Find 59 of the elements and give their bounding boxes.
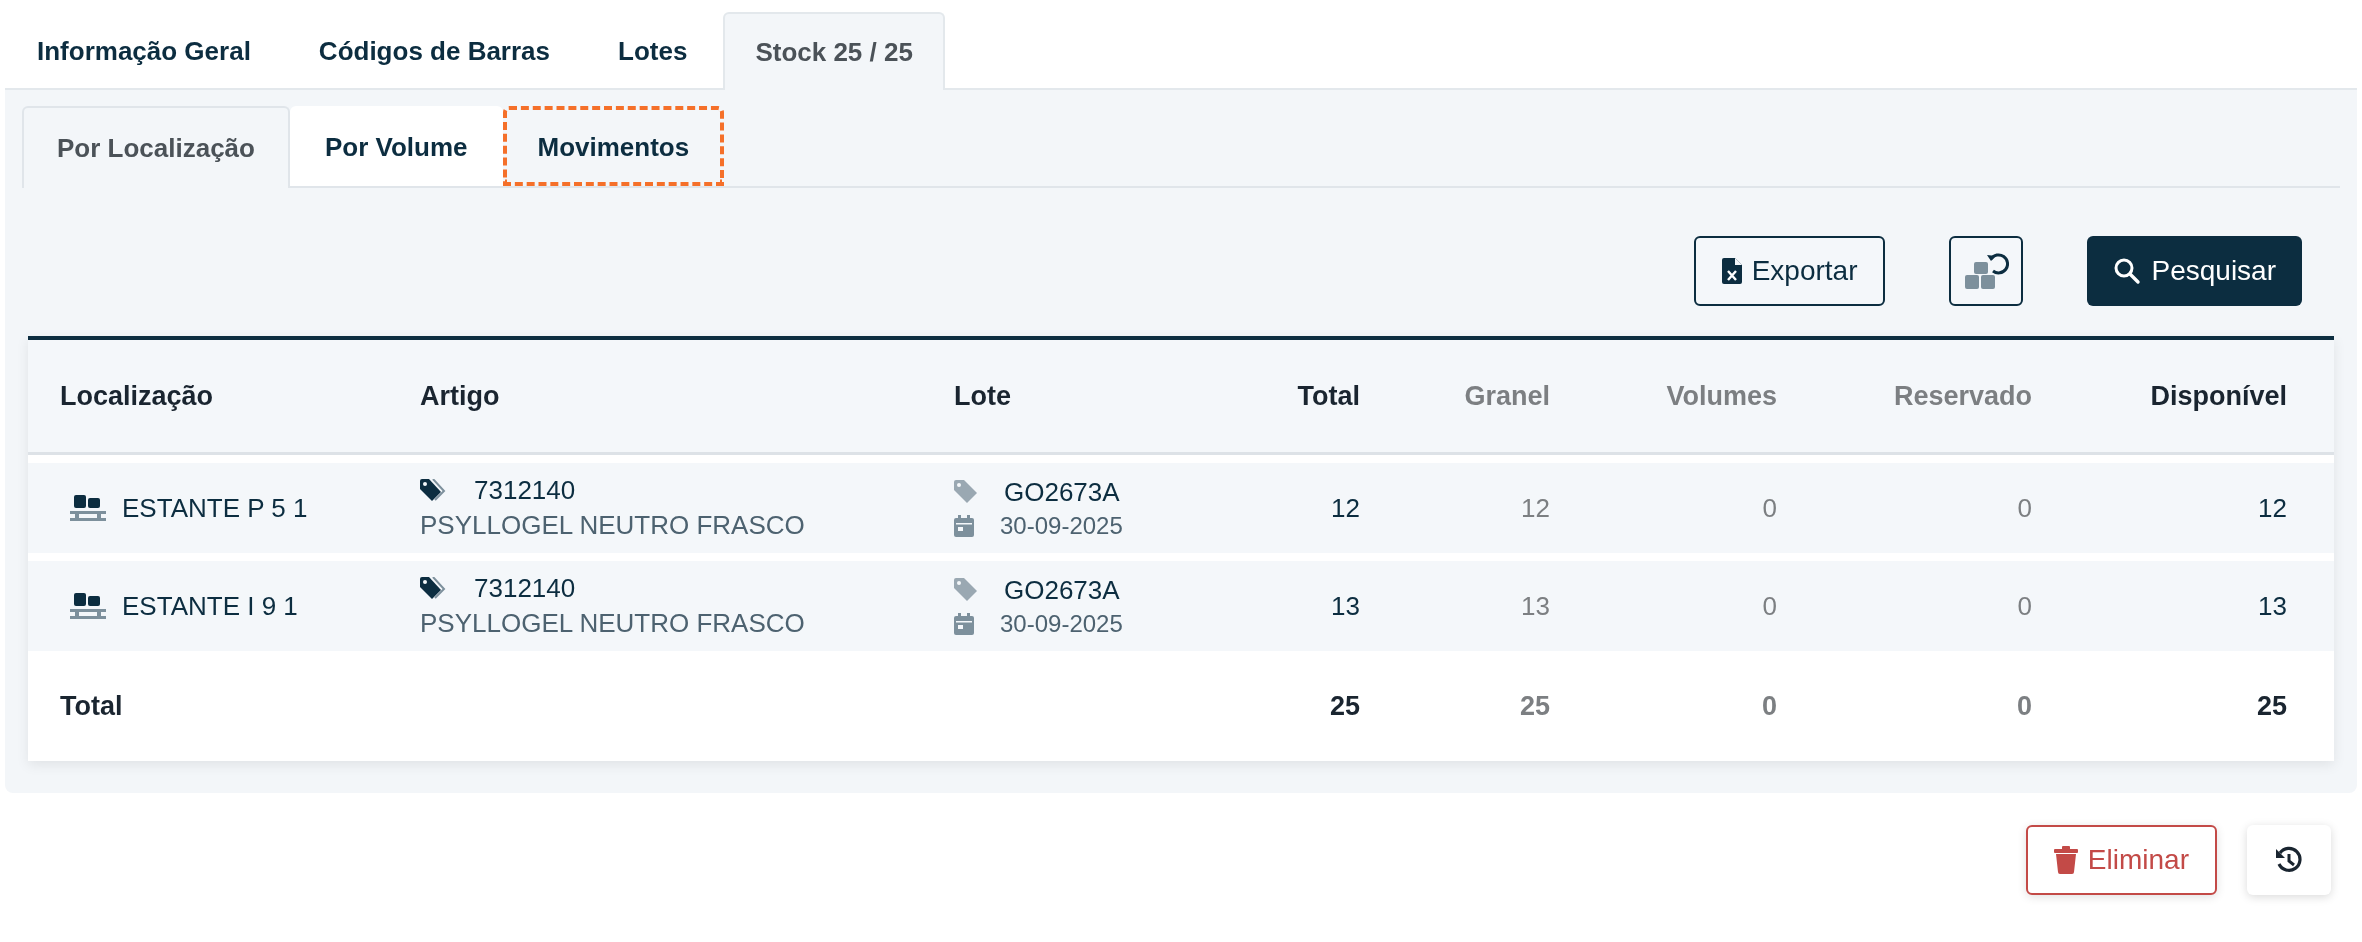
column-header: Total — [1296, 380, 1360, 412]
pallet-icon — [70, 495, 106, 521]
subtab[interactable]: Movimentos — [502, 106, 725, 186]
total-cell-text: 0 — [1760, 690, 1777, 722]
table-cell-text: 12 — [1330, 492, 1360, 524]
lot-expiry-date: 30-09-2025 — [1000, 609, 1123, 638]
lot-expiry-date: 30-09-2025 — [1000, 511, 1123, 540]
total-cell-text: 25 — [1328, 690, 1360, 722]
column-header: Artigo — [420, 380, 501, 412]
article-name: PSYLLOGEL NEUTRO FRASCO — [420, 510, 806, 541]
tab[interactable]: Códigos de Barras — [286, 12, 583, 88]
tag-icon — [954, 578, 978, 602]
location-name: ESTANTE I 9 1 — [122, 590, 298, 622]
table-cell-text: 12 — [2257, 492, 2287, 524]
table-cell-text: 0 — [1761, 492, 1777, 524]
table-cell-text: 13 — [1520, 590, 1550, 622]
total-cell-text: 0 — [2015, 690, 2032, 722]
boxes-refresh-icon — [1963, 251, 2010, 291]
delete-button[interactable]: Eliminar — [2025, 825, 2217, 895]
subtab[interactable]: Por Volume — [289, 106, 503, 186]
calendar-icon — [954, 612, 974, 635]
history-icon — [2274, 845, 2304, 875]
table-cell-text: 13 — [1330, 590, 1360, 622]
column-header: Granel — [1463, 380, 1550, 412]
column-header: Reservado — [1892, 380, 2032, 412]
subtab[interactable]: Por Localização — [22, 106, 290, 188]
total-cell-text: 25 — [2255, 690, 2287, 722]
table-cell-text: 0 — [1761, 590, 1777, 622]
column-header: Disponível — [2149, 380, 2287, 412]
table-cell-text: 0 — [2016, 492, 2032, 524]
article-name: PSYLLOGEL NEUTRO FRASCO — [420, 608, 806, 639]
column-header: Localização — [60, 380, 215, 412]
tab[interactable]: Informação Geral — [5, 12, 283, 88]
pallet-icon — [70, 593, 106, 619]
export-button[interactable]: Exportar — [1693, 236, 1886, 306]
history-button[interactable] — [2247, 825, 2331, 895]
search-icon — [2113, 257, 2142, 285]
boxes-refresh-button[interactable] — [1949, 236, 2024, 306]
table-cell-text: 13 — [2257, 590, 2287, 622]
column-header: Volumes — [1665, 380, 1777, 412]
table-cell-text: 12 — [1520, 492, 1550, 524]
table-cell-text: 0 — [2016, 590, 2032, 622]
article-code: 7312140 — [474, 573, 576, 604]
tab[interactable]: Lotes — [586, 12, 720, 88]
column-header: Lote — [954, 380, 1012, 412]
total-label: Total — [60, 690, 124, 722]
trash-icon — [2053, 846, 2078, 874]
tags-icon — [420, 478, 448, 503]
search-button[interactable]: Pesquisar — [2087, 236, 2302, 306]
tag-icon — [954, 480, 978, 504]
location-name: ESTANTE P 5 1 — [122, 492, 308, 524]
lot-code: GO2673A — [1004, 476, 1120, 508]
calendar-icon — [954, 514, 974, 537]
tags-icon — [420, 576, 448, 601]
tab[interactable]: Stock 25 / 25 — [723, 12, 945, 90]
lot-code: GO2673A — [1004, 574, 1120, 606]
article-code: 7312140 — [474, 475, 576, 506]
total-cell-text: 25 — [1518, 690, 1550, 722]
spreadsheet-file-icon — [1721, 258, 1742, 284]
